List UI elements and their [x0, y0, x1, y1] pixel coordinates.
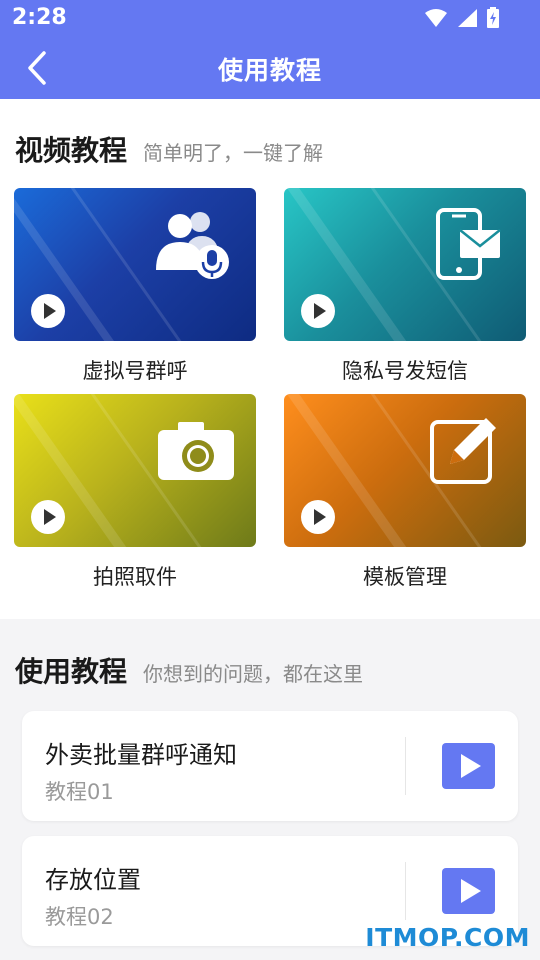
tutorial-section-subtitle: 你想到的问题，都在这里: [143, 662, 364, 686]
contacts-mic-icon: [156, 212, 229, 279]
watermark: ITMOP.COM: [365, 923, 530, 952]
card-streak: [14, 188, 131, 341]
camera-icon: [158, 422, 234, 480]
video-card-label: 拍照取件: [93, 565, 177, 589]
video-card-label: 隐私号发短信: [342, 359, 468, 383]
app-bar: 使用教程: [0, 36, 540, 99]
video-card-photo-pickup[interactable]: [14, 394, 256, 547]
tutorial-item-title: 外卖批量群呼通知: [45, 741, 237, 769]
phone-message-icon: [436, 208, 501, 280]
tutorial-item-subtitle: 教程01: [45, 780, 114, 804]
divider: [405, 862, 406, 920]
edit-icon: [430, 418, 496, 484]
play-icon: [301, 500, 335, 534]
page-title: 使用教程: [217, 56, 322, 85]
video-card-label: 虚拟号群呼: [82, 359, 188, 383]
video-section-title: 视频教程: [15, 134, 128, 167]
tutorial-section-title: 使用教程: [15, 655, 128, 688]
status-time: 2:28: [12, 5, 67, 30]
play-icon: [31, 294, 65, 328]
tutorial-item[interactable]: 外卖批量群呼通知 教程01: [22, 711, 518, 821]
video-card-template-management[interactable]: [284, 394, 526, 547]
divider: [405, 737, 406, 795]
video-section-header: 视频教程 简单明了，一键了解: [15, 129, 323, 169]
status-bar: 2:28: [0, 0, 540, 36]
video-card-private-sms[interactable]: [284, 188, 526, 341]
tutorial-section-header: 使用教程 你想到的问题，都在这里: [15, 650, 363, 690]
signal-icon: [458, 9, 477, 27]
tutorial-item-title: 存放位置: [45, 866, 141, 894]
play-button[interactable]: [442, 868, 495, 914]
play-button[interactable]: [442, 743, 495, 789]
play-icon: [31, 500, 65, 534]
status-icons: [424, 7, 500, 29]
video-card-label: 模板管理: [363, 565, 447, 589]
battery-icon: [487, 7, 499, 28]
video-section-subtitle: 简单明了，一键了解: [143, 141, 324, 165]
wifi-icon: [425, 9, 447, 27]
play-icon: [301, 294, 335, 328]
video-card-group-call[interactable]: [14, 188, 256, 341]
tutorial-item-subtitle: 教程02: [45, 905, 114, 929]
